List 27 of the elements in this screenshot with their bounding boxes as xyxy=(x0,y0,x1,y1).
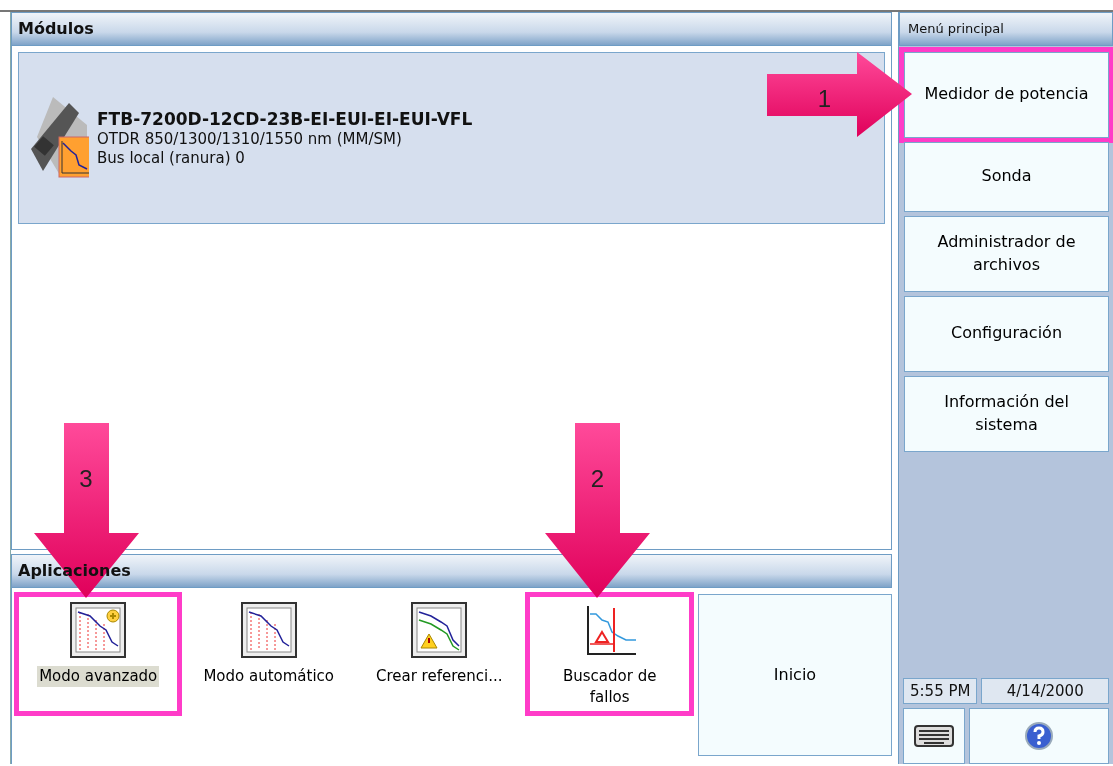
module-location: Bus local (ranura) 0 xyxy=(97,148,246,168)
app-button[interactable]: Modo automático xyxy=(186,594,351,715)
menu-button[interactable]: Sonda xyxy=(904,141,1109,212)
menu-button[interactable]: Configuración xyxy=(904,295,1109,372)
time-display: 5:55 PM xyxy=(903,677,978,704)
chart-icon xyxy=(240,602,297,659)
menu-button[interactable]: Información del sistema xyxy=(904,375,1109,452)
panel-title: Menú principal xyxy=(908,21,1004,36)
chart-icon xyxy=(70,602,127,659)
app-button[interactable]: Inicio xyxy=(697,594,892,757)
help-button[interactable] xyxy=(969,708,1109,764)
callout-number: 2 xyxy=(590,464,605,495)
module-description: OTDR 850/1300/1310/1550 nm (MM/SM) xyxy=(97,129,403,149)
callout-number: 3 xyxy=(79,464,93,495)
menu-button[interactable]: Administrador de archivos xyxy=(904,215,1109,292)
panel-title: Módulos xyxy=(18,19,94,38)
app-button[interactable]: Modo avanzado xyxy=(16,594,181,715)
module-name: FTB-7200D-12CD-23B-EI-EUI-EI-EUI-VFL xyxy=(97,108,473,130)
app-button[interactable]: Crear referenci... xyxy=(356,594,522,715)
keyboard-button[interactable] xyxy=(903,708,965,764)
callout-number: 1 xyxy=(817,83,832,114)
help-icon xyxy=(1025,722,1053,750)
chart-icon xyxy=(411,602,468,659)
keyboard-icon xyxy=(914,725,954,748)
app-button[interactable]: Buscador de fallos xyxy=(527,594,692,715)
module-icon xyxy=(31,97,89,179)
date-display: 4/14/2000 xyxy=(981,677,1109,704)
